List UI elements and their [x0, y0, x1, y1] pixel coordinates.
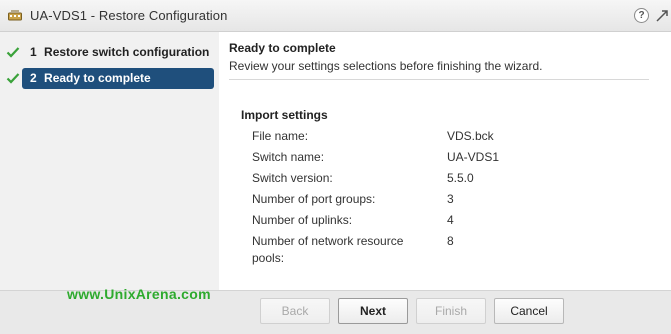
restore-configuration-dialog: UA-VDS1 - Restore Configuration ? 1 Rest…	[0, 0, 671, 334]
step-number: 2	[30, 71, 37, 85]
wizard-step-pill: 1 Restore switch configuration	[22, 42, 214, 63]
setting-label: Number of uplinks:	[252, 213, 353, 227]
wizard-step-restore-switch-configuration[interactable]: 1 Restore switch configuration	[0, 42, 219, 64]
setting-label: Number of port groups:	[252, 192, 376, 206]
watermark: www.UnixArena.com	[67, 286, 211, 302]
setting-label: Switch version:	[252, 171, 333, 185]
page-subtitle: Review your settings selections before f…	[229, 59, 543, 73]
setting-label: Switch name:	[252, 150, 325, 164]
help-icon[interactable]: ?	[634, 8, 649, 23]
header-divider	[229, 79, 649, 80]
dialog-title: UA-VDS1 - Restore Configuration	[30, 8, 228, 23]
title-bar: UA-VDS1 - Restore Configuration ?	[0, 0, 671, 32]
page-header: Ready to complete Review your settings s…	[229, 41, 543, 73]
step-label: Restore switch configuration	[44, 45, 210, 59]
step-number: 1	[30, 45, 37, 59]
setting-value: 5.5.0	[447, 171, 474, 185]
next-button[interactable]: Next	[338, 298, 408, 324]
wizard-step-pill: 2 Ready to complete	[22, 68, 214, 89]
wizard-steps: 1 Restore switch configuration 2 Ready t…	[0, 32, 219, 290]
checkmark-icon	[6, 47, 20, 58]
wizard-step-ready-to-complete[interactable]: 2 Ready to complete	[0, 68, 219, 90]
setting-value: 8	[447, 234, 454, 248]
finish-button[interactable]: Finish	[416, 298, 486, 324]
distributed-switch-icon	[8, 10, 22, 21]
setting-value: VDS.bck	[447, 129, 494, 143]
expand-icon[interactable]	[655, 8, 669, 23]
back-button[interactable]: Back	[260, 298, 330, 324]
setting-label: File name:	[252, 129, 309, 143]
setting-value: 3	[447, 192, 454, 206]
setting-label: Number of network resource pools:	[252, 234, 404, 265]
checkmark-icon	[6, 73, 20, 84]
setting-value: UA-VDS1	[447, 150, 500, 164]
cancel-button[interactable]: Cancel	[494, 298, 564, 324]
setting-value: 4	[447, 213, 454, 227]
import-settings-heading: Import settings	[241, 108, 328, 122]
page-title: Ready to complete	[229, 41, 336, 55]
step-label: Ready to complete	[44, 71, 151, 85]
main-panel: Ready to complete Review your settings s…	[219, 32, 671, 290]
